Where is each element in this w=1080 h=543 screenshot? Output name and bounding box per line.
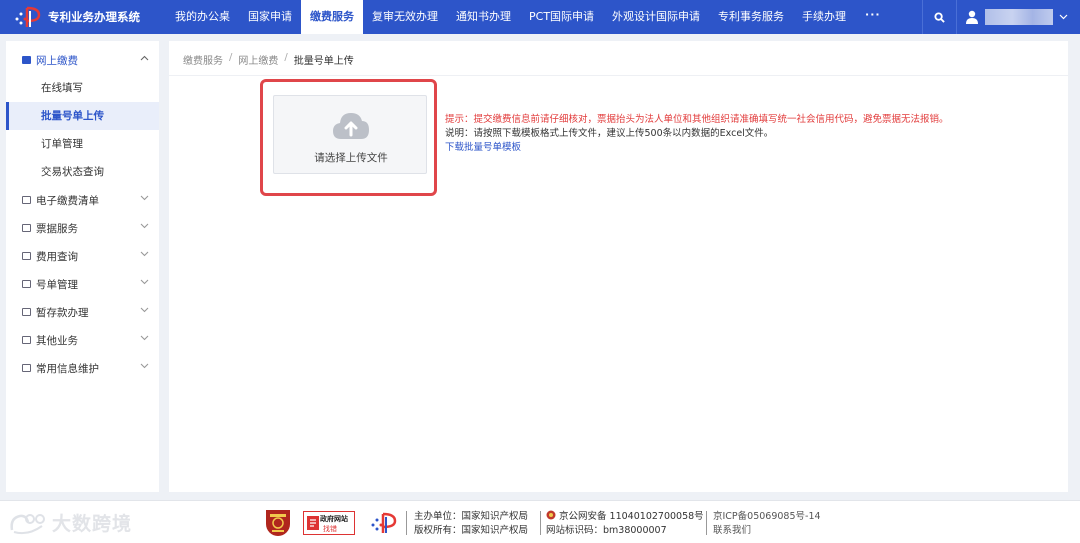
site-id-text: 网站标识码：bm38000007 — [546, 525, 667, 536]
nav-item-pct[interactable]: PCT国际申请 — [520, 0, 603, 34]
search-icon — [934, 11, 945, 23]
sidebar-group-label: 票据服务 — [36, 222, 78, 235]
breadcrumb: 缴费服务 / 网上缴费 / 批量号单上传 — [183, 52, 354, 67]
upload-tips: 提示：提交缴费信息前请仔细核对，票据抬头为法人单位和其他组织请准确填写统一社会信… — [445, 113, 949, 155]
sidebar-group-fee-query[interactable]: 费用查询 — [6, 242, 159, 270]
breadcrumb-separator: / — [229, 52, 233, 63]
breadcrumb-separator: / — [284, 52, 288, 63]
grid-icon — [22, 336, 31, 344]
nav-more-button[interactable]: ··· — [855, 0, 891, 34]
gov-badge-sub: 找错 — [323, 525, 337, 533]
nav-item-notices[interactable]: 通知书办理 — [447, 0, 520, 34]
chevron-up-icon — [140, 55, 149, 61]
divider — [169, 75, 1068, 76]
query-icon — [22, 252, 31, 260]
search-button[interactable] — [922, 0, 956, 34]
main-nav: 我的办公桌 国家申请 缴费服务 复审无效办理 通知书办理 PCT国际申请 外观设… — [166, 0, 891, 34]
user-icon — [966, 10, 978, 24]
chevron-down-icon — [140, 223, 149, 229]
sidebar: 网上缴费 在线填写 批量号单上传 订单管理 交易状态查询 电子缴费清单 票据服务… — [6, 41, 159, 492]
sidebar-group-label: 暂存款办理 — [36, 306, 89, 319]
footer-divider — [406, 511, 407, 535]
sidebar-item-transaction-status[interactable]: 交易状态查询 — [6, 158, 159, 186]
nav-item-patent-affairs[interactable]: 专利事务服务 — [709, 0, 793, 34]
footer-divider — [540, 511, 541, 535]
police-badge-icon — [546, 510, 556, 520]
payment-icon — [22, 56, 31, 64]
cnipa-logo-icon — [368, 511, 398, 535]
cloud-upload-icon — [333, 113, 369, 139]
sidebar-group-label: 网上缴费 — [36, 54, 78, 67]
sidebar-item-order-management[interactable]: 订单管理 — [6, 130, 159, 158]
main-content: 缴费服务 / 网上缴费 / 批量号单上传 请选择上传文件 提示：提交缴费信息前请… — [169, 41, 1068, 492]
top-navbar: 专利业务办理系统 我的办公桌 国家申请 缴费服务 复审无效办理 通知书办理 PC… — [0, 0, 1080, 34]
watermark-logo-icon — [10, 513, 45, 534]
sidebar-group-label: 号单管理 — [36, 278, 78, 291]
gov-badge-title: 政府网站 — [320, 515, 348, 523]
watermark: 大数跨境 — [8, 509, 132, 536]
breadcrumb-item-fee-service[interactable]: 缴费服务 — [183, 52, 223, 67]
sidebar-group-receipt-service[interactable]: 票据服务 — [6, 214, 159, 242]
copyright-text: 版权所有：国家知识产权局 — [414, 525, 529, 536]
app-title: 专利业务办理系统 — [48, 10, 140, 24]
sidebar-item-batch-upload[interactable]: 批量号单上传 — [6, 102, 159, 130]
chevron-down-icon — [140, 307, 149, 313]
sidebar-group-number-management[interactable]: 号单管理 — [6, 270, 159, 298]
nav-item-fee-service[interactable]: 缴费服务 — [301, 0, 363, 34]
sidebar-group-deposit[interactable]: 暂存款办理 — [6, 298, 159, 326]
brand[interactable]: 专利业务办理系统 — [0, 0, 166, 34]
deposit-icon — [22, 308, 31, 316]
footer-icp: 京ICP备05069085号-14 联系我们 — [713, 510, 821, 538]
nav-item-reexamination[interactable]: 复审无效办理 — [363, 0, 447, 34]
chevron-down-icon — [140, 335, 149, 341]
breadcrumb-item-online-payment[interactable]: 网上缴费 — [238, 52, 278, 67]
icp-link[interactable]: 京ICP备05069085号-14 — [713, 510, 821, 524]
nav-item-procedures[interactable]: 手续办理 — [793, 0, 855, 34]
sidebar-group-common-info[interactable]: 常用信息维护 — [6, 354, 159, 382]
police-record-text: 京公网安备 11040102700058号 — [559, 511, 704, 522]
user-menu[interactable] — [956, 0, 1080, 34]
host-text: 主办单位：国家知识产权局 — [414, 511, 529, 522]
chevron-down-icon — [140, 363, 149, 369]
police-record[interactable]: 京公网安备 11040102700058号 — [546, 510, 704, 524]
footer-divider — [706, 511, 707, 535]
chevron-down-icon — [140, 195, 149, 201]
gov-site-error-badge[interactable]: 政府网站 找错 — [303, 511, 355, 535]
receipt-icon — [22, 224, 31, 232]
party-emblem-icon — [266, 510, 290, 536]
chevron-down-icon — [140, 251, 149, 257]
sidebar-item-online-fill[interactable]: 在线填写 — [6, 74, 159, 102]
instruction-text: 说明：请按照下载模板格式上传文件，建议上传500条以内数据的Excel文件。 — [445, 128, 774, 139]
contact-link[interactable]: 联系我们 — [713, 524, 821, 538]
download-template-link[interactable]: 下载批量号单模板 — [445, 141, 949, 155]
sidebar-group-label: 费用查询 — [36, 250, 78, 263]
nav-item-desk[interactable]: 我的办公桌 — [166, 0, 239, 34]
cnipa-logo-icon — [12, 5, 42, 29]
sidebar-group-other-business[interactable]: 其他业务 — [6, 326, 159, 354]
user-name-blurred — [985, 9, 1053, 25]
document-icon — [22, 280, 31, 288]
sidebar-group-label: 其他业务 — [36, 334, 78, 347]
chevron-down-icon — [140, 279, 149, 285]
sidebar-group-e-payment-list[interactable]: 电子缴费清单 — [6, 186, 159, 214]
nav-item-design-intl[interactable]: 外观设计国际申请 — [603, 0, 709, 34]
breadcrumb-item-current: 批量号单上传 — [293, 56, 354, 67]
nav-item-national-application[interactable]: 国家申请 — [239, 0, 301, 34]
upload-label: 请选择上传文件 — [314, 152, 388, 164]
footer-host-info: 主办单位：国家知识产权局 版权所有：国家知识产权局 — [414, 510, 528, 538]
watermark-text: 大数跨境 — [52, 513, 133, 535]
file-upload-button[interactable]: 请选择上传文件 — [273, 95, 427, 174]
sidebar-group-label: 电子缴费清单 — [36, 194, 99, 207]
warning-text: 提示：提交缴费信息前请仔细核对，票据抬头为法人单位和其他组织请准确填写统一社会信… — [445, 114, 949, 125]
gov-badge-icon — [307, 516, 319, 530]
sidebar-group-label: 常用信息维护 — [36, 362, 99, 375]
list-icon — [22, 196, 31, 204]
chevron-down-icon — [1059, 14, 1068, 20]
sidebar-group-online-payment[interactable]: 网上缴费 — [6, 46, 159, 74]
footer-registration: 京公网安备 11040102700058号 网站标识码：bm38000007 — [546, 510, 704, 538]
footer: 大数跨境 政府网站 找错 主办单位：国家知识产权局 版权所有：国家知识产权局 京… — [0, 500, 1080, 543]
settings-icon — [22, 364, 31, 372]
